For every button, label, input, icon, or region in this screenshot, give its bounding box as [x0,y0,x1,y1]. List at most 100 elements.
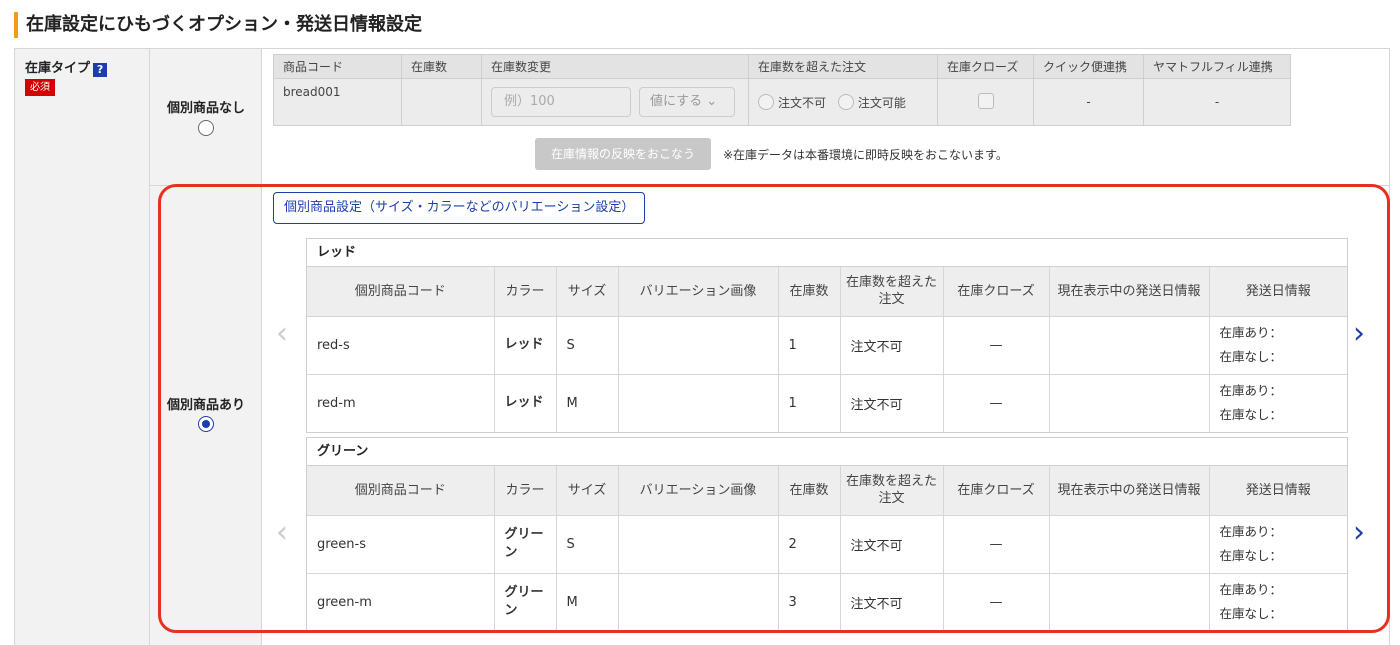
ship-out-of-stock: 在庫なし： [1219,606,1283,622]
ship-in-stock: 在庫あり： [1219,383,1283,399]
header-color: カラー [493,267,557,317]
order-allowed-label: 注文可能 [857,95,906,110]
variation-ship-info: 在庫あり： 在庫なし： [1208,373,1347,432]
variation-image [617,514,779,574]
reflect-note: ※在庫データは本番環境に即時反映をおこないます。 [723,148,1008,162]
variation-image [617,572,779,631]
variation-stock: 2 [777,514,841,574]
variation-current-ship [1048,572,1210,631]
header-quick: クイック便連携 [1033,54,1144,79]
field-label: 在庫タイプ? [25,57,108,77]
help-icon[interactable]: ? [93,63,108,77]
variation-color: レッド [493,373,557,432]
variation-color: グリーン [493,514,557,574]
header-stock-close: 在庫クローズ [937,54,1034,79]
reflect-stock-button[interactable]: 在庫情報の反映をおこなう [535,138,711,170]
variation-settings-button[interactable]: 個別商品設定（サイズ・カラーなどのバリエーション設定） [273,192,646,224]
variation-stock: 3 [777,572,841,631]
header-over-order: 在庫数を超えた注文 [839,267,944,317]
variation-stock: 1 [777,315,841,375]
option-no-variation-label: 個別商品なし [166,101,245,116]
variation-stock: 1 [777,373,841,432]
option-variation-cell: 個別商品あり [150,186,262,645]
ship-out-of-stock: 在庫なし： [1219,407,1283,423]
yamato-cell: - [1143,78,1291,126]
header-product-code: 商品コード [273,54,402,79]
ship-out-of-stock: 在庫なし： [1219,548,1283,563]
variation-over-order: 注文不可 [839,373,944,432]
variation-size: S [555,514,619,574]
group1-prev-arrow-icon[interactable]: ‹ [276,319,288,349]
ship-in-stock: 在庫あり： [1219,325,1283,340]
option-no-variation-cell: 個別商品なし [150,49,262,186]
variation-code: green-m [307,572,495,631]
variation-over-order: 注文不可 [839,572,944,631]
variation-over-order: 注文不可 [839,514,944,574]
stock-close-cell [937,78,1034,126]
header-color: カラー [493,466,557,516]
variation-group-green: グリーン 個別商品コード カラー サイズ バリエーション画像 在庫数 在庫数を超… [306,437,1348,632]
header-over-order: 在庫数を超えた注文 [839,466,944,516]
group2-prev-arrow-icon[interactable]: ‹ [276,518,288,548]
variation-current-ship [1048,514,1210,574]
variation-table: 個別商品コード カラー サイズ バリエーション画像 在庫数 在庫数を超えた注文 … [307,466,1347,631]
header-current-ship: 現在表示中の発送日情報 [1048,267,1210,317]
variation-image [617,373,779,432]
group-title: レッド [307,239,1347,267]
over-order-cell: 注文不可 注文可能 [748,78,938,126]
option-variation-label: 個別商品あり [166,398,245,413]
order-allowed-radio[interactable] [837,93,854,110]
group2-next-arrow-icon[interactable]: › [1353,518,1365,548]
required-badge: 必須 [25,79,55,96]
variation-section: 個別商品設定（サイズ・カラーなどのバリエーション設定） ‹ › レッド 個別商品… [263,186,1390,645]
ship-in-stock: 在庫あり： [1219,524,1283,539]
header-ship-info: 発送日情報 [1208,267,1347,317]
header-current-ship: 現在表示中の発送日情報 [1048,466,1210,516]
header-variation-code: 個別商品コード [307,267,495,317]
variation-current-ship [1048,373,1210,432]
option-no-variation-radio[interactable] [198,120,214,136]
header-stock-close: 在庫クローズ [942,466,1050,516]
stock-change-input[interactable]: 例）100 [491,87,631,117]
variation-close: — [942,315,1050,375]
stock-type-form: 在庫タイプ? 必須 個別商品なし 個別商品あり 商品コード 在庫数 在庫数変更 … [14,48,1390,645]
variation-group-red: レッド 個別商品コード カラー サイズ バリエーション画像 在庫数 在庫数を超え… [306,238,1348,433]
simple-stock-table: 商品コード 在庫数 在庫数変更 在庫数を超えた注文 在庫クローズ クイック便連携… [273,54,1291,126]
variation-image [617,315,779,375]
header-stock: 在庫数 [777,267,841,317]
variation-ship-info: 在庫あり： 在庫なし： [1208,315,1347,375]
variation-ship-info: 在庫あり： 在庫なし： [1208,572,1347,631]
ship-out-of-stock: 在庫なし： [1219,349,1283,364]
variation-color: レッド [493,315,557,375]
variation-over-order: 注文不可 [839,315,944,375]
header-stock-change: 在庫数変更 [481,54,749,79]
header-ship-info: 発送日情報 [1208,466,1347,516]
order-not-allowed-radio[interactable] [758,93,774,110]
simple-stock-section: 商品コード 在庫数 在庫数変更 在庫数を超えた注文 在庫クローズ クイック便連携… [263,49,1390,186]
field-label-text: 在庫タイプ [25,61,91,76]
variation-code: red-m [307,373,495,432]
stock-close-checkbox[interactable] [977,92,994,109]
variation-size: S [555,315,619,375]
stock-change-select[interactable]: 値にする ⌄ [639,87,735,117]
header-over-order: 在庫数を超えた注文 [748,54,938,79]
header-size: サイズ [555,267,619,317]
variation-table: 個別商品コード カラー サイズ バリエーション画像 在庫数 在庫数を超えた注文 … [307,267,1347,432]
table-row: red-m レッド M 1 注文不可 — 在庫あり： 在庫なし： [307,373,1347,432]
ship-in-stock: 在庫あり： [1219,582,1283,598]
page-title: 在庫設定にひもづくオプション・発送日情報設定 [14,12,422,38]
option-variation-radio[interactable] [198,416,214,432]
variation-ship-info: 在庫あり： 在庫なし： [1208,514,1347,574]
group-title: グリーン [307,438,1347,466]
table-row: red-s レッド S 1 注文不可 — 在庫あり： 在庫なし： [307,315,1347,375]
stock-change-cell: 例）100 値にする ⌄ [481,78,749,126]
stock-cell [401,78,482,126]
variation-close: — [942,514,1050,574]
order-not-allowed-label: 注文不可 [778,95,827,110]
variation-code: green-s [307,514,495,574]
group1-next-arrow-icon[interactable]: › [1353,319,1365,349]
header-stock: 在庫数 [777,466,841,516]
header-variation-image: バリエーション画像 [617,267,779,317]
variation-size: M [555,572,619,631]
variation-size: M [555,373,619,432]
